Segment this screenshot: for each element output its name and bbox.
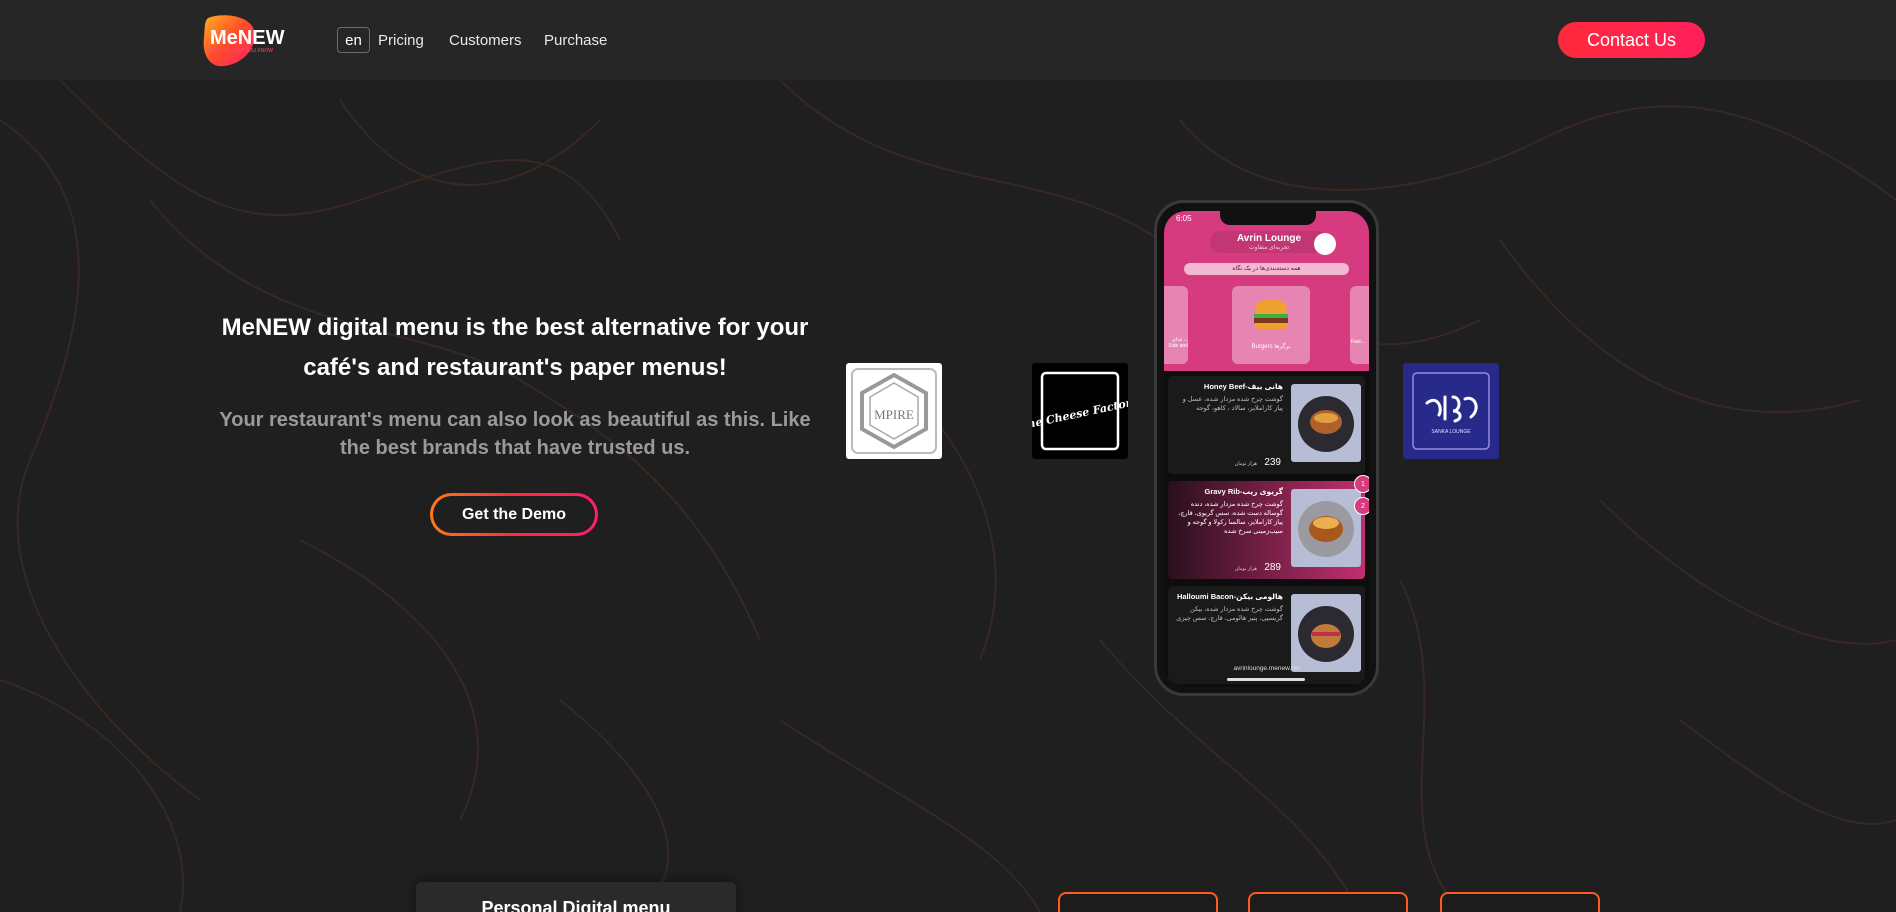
logo-text: MeNEW [210, 27, 285, 49]
venue-name: Avrin Lounge [1236, 233, 1302, 244]
food-image [1291, 594, 1361, 672]
menew-logo[interactable]: MeNEW NOT THE WAY YOU KNOW [200, 12, 304, 68]
menu-item-gravy-rib[interactable]: Gravy Rib-گریوی ریب گوشت چرخ شده مزدار ش… [1168, 481, 1365, 579]
venue-tagline: تجربه‌ای متفاوت [1248, 245, 1290, 251]
cheese-factory-logo-icon: the Cheese Factory [1021, 371, 1140, 451]
category-strip[interactable]: همه دسته‌بندی‌ها در یک نگاه [1184, 263, 1349, 275]
hexagon-logo-icon: MPIRE [851, 368, 937, 454]
browser-url-bar: avrinlounge.menew.pw [1233, 665, 1300, 672]
remove-badge[interactable]: 2 [1354, 497, 1369, 515]
item-description: گوشت چرخ شده مزدار شده، دنده گوساله دست … [1178, 501, 1283, 535]
food-image [1291, 384, 1361, 462]
quantity-badge[interactable]: 1 [1354, 475, 1369, 493]
phone-notch [1220, 211, 1316, 225]
sanka-logo-icon: SANKA LOUNGE [1412, 372, 1490, 450]
brand-tile-empire: MPIRE [846, 363, 942, 459]
menu-item-honey-beef[interactable]: Honey Beef-هانی بیف گوشت چرخ شده مزدار ش… [1168, 376, 1365, 474]
phone-mockup: 6:05 Avrin Lounge تجربه‌ای متفاوت همه دس… [1154, 200, 1379, 696]
food-image [1291, 489, 1361, 567]
home-indicator [1227, 678, 1305, 681]
item-price: 239 [1264, 457, 1281, 468]
nav-customers[interactable]: Customers [449, 32, 522, 49]
item-description: گوشت چرخ شده مزدار شده، عسل و پیاز کارام… [1182, 396, 1283, 412]
feature-card-title: Personal Digital menu [481, 898, 671, 912]
nav-pricing[interactable]: Pricing [378, 32, 424, 49]
get-demo-label: Get the Demo [433, 496, 595, 533]
category-label-fast: Fast... [1351, 339, 1365, 345]
nav-purchase[interactable]: Purchase [544, 32, 607, 49]
item-title: Halloumi Bacon-هالومی بیکن [1176, 592, 1283, 601]
get-demo-button[interactable]: Get the Demo [430, 493, 598, 536]
brand-tile-sanka: SANKA LOUNGE [1403, 363, 1499, 459]
category-card-burgers[interactable] [1232, 286, 1310, 364]
brand-empire-text: MPIRE [874, 407, 914, 422]
item-title: Gravy Rib-گریوی ریب [1204, 487, 1283, 496]
status-time: 6:05 [1176, 214, 1192, 223]
category-label-burgers: Burgers برگرها [1251, 344, 1291, 350]
venue-logo[interactable] [1314, 233, 1336, 255]
feature-icon-card-3[interactable] [1440, 892, 1600, 912]
language-selector[interactable]: en [337, 27, 370, 53]
phone-screen: 6:05 Avrin Lounge تجربه‌ای متفاوت همه دس… [1164, 211, 1369, 687]
brand-sanka-text: SANKA LOUNGE [1431, 429, 1471, 435]
top-navbar: MeNEW NOT THE WAY YOU KNOW en Pricing Cu… [0, 0, 1896, 80]
item-currency: هزار تومان [1234, 461, 1257, 467]
item-price: 289 [1264, 562, 1281, 573]
feature-icon-card-1[interactable] [1058, 892, 1218, 912]
category-card-side[interactable] [1164, 286, 1188, 364]
item-description: گوشت چرخ شده مزدار شده، بیکن گریسپی، پنی… [1176, 606, 1283, 622]
category-label-side: غذای ... Side and [1168, 337, 1188, 349]
feature-card-personal-menu[interactable]: Personal Digital menu [416, 882, 736, 912]
burger-icon [1254, 299, 1288, 329]
contact-us-button[interactable]: Contact Us [1558, 22, 1705, 58]
hero-subtitle: Your restaurant's menu can also look as … [219, 409, 811, 459]
brand-tile-cheese-factory: the Cheese Factory [1021, 363, 1140, 459]
item-currency: هزار تومان [1234, 566, 1257, 572]
background-contour-pattern [0, 80, 1896, 912]
hero-title: MeNEW digital menu is the best alternati… [221, 314, 809, 381]
brand-cheese-text: the Cheese Factory [1032, 395, 1128, 432]
item-title: Honey Beef-هانی بیف [1203, 382, 1283, 391]
logo-tagline: NOT THE WAY YOU KNOW [210, 48, 273, 54]
feature-icon-card-2[interactable] [1248, 892, 1408, 912]
category-card-fast[interactable] [1350, 286, 1369, 364]
